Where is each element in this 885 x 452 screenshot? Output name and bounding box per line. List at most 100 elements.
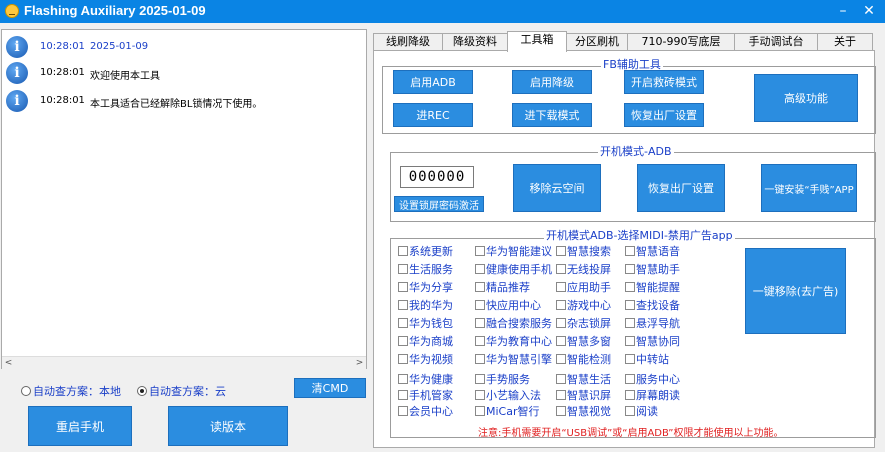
install-app-button[interactable]: 一键安装“手贱”APP — [761, 164, 857, 212]
app-checkbox[interactable]: 华为商城 — [398, 335, 453, 349]
app-checkbox[interactable]: 中转站 — [625, 353, 669, 367]
checkbox-box[interactable] — [625, 246, 635, 256]
app-checkbox[interactable]: 服务中心 — [625, 373, 680, 387]
remove-ads-button[interactable]: 一键移除(去广告) — [745, 248, 846, 334]
app-checkbox[interactable]: 快应用中心 — [475, 299, 541, 313]
checkbox-box[interactable] — [398, 406, 408, 416]
app-checkbox[interactable]: 智慧搜索 — [556, 245, 611, 259]
checkbox-box[interactable] — [625, 282, 635, 292]
app-checkbox[interactable]: 精品推荐 — [475, 281, 530, 295]
app-checkbox[interactable]: 屏幕朗读 — [625, 389, 680, 403]
tab-debug-console[interactable]: 手动调试台 — [734, 33, 818, 51]
app-checkbox[interactable]: 杂志锁屏 — [556, 317, 611, 331]
app-checkbox[interactable]: 应用助手 — [556, 281, 611, 295]
checkbox-box[interactable] — [556, 336, 566, 346]
checkbox-box[interactable] — [398, 318, 408, 328]
tab-partition-flash[interactable]: 分区刷机 — [566, 33, 628, 51]
advanced-functions-button[interactable]: 高级功能 — [754, 74, 858, 122]
radio-local[interactable]: 自动查方案：本地 — [21, 383, 121, 398]
remove-cloud-space-button[interactable]: 移除云空间 — [513, 164, 601, 212]
scroll-left-icon[interactable]: < — [2, 357, 15, 369]
checkbox-box[interactable] — [625, 374, 635, 384]
checkbox-box[interactable] — [556, 300, 566, 310]
app-checkbox[interactable]: 智能检测 — [556, 353, 611, 367]
set-lock-pin-button[interactable]: 设置锁屏密码激活 — [394, 196, 484, 212]
checkbox-box[interactable] — [556, 282, 566, 292]
minimize-button[interactable]: – — [832, 1, 854, 21]
factory-reset-adb-button[interactable]: 恢复出厂设置 — [637, 164, 725, 212]
app-checkbox[interactable]: 智慧语音 — [625, 245, 680, 259]
checkbox-box[interactable] — [625, 318, 635, 328]
checkbox-box[interactable] — [475, 336, 485, 346]
app-checkbox[interactable]: 手机管家 — [398, 389, 453, 403]
checkbox-box[interactable] — [556, 246, 566, 256]
lock-pin-input[interactable]: 000000 — [400, 166, 474, 188]
checkbox-box[interactable] — [625, 264, 635, 274]
app-checkbox[interactable]: 华为智能建议 — [475, 245, 552, 259]
checkbox-box[interactable] — [556, 264, 566, 274]
app-checkbox[interactable]: 智能提醒 — [625, 281, 680, 295]
enable-unbrick-button[interactable]: 开启救砖模式 — [624, 70, 704, 94]
radio-cloud[interactable]: 自动查方案：云 — [137, 383, 226, 398]
app-checkbox[interactable]: 智慧生活 — [556, 373, 611, 387]
checkbox-box[interactable] — [625, 390, 635, 400]
tab-flash-downgrade[interactable]: 线刷降级 — [373, 33, 443, 51]
app-checkbox[interactable]: 小艺输入法 — [475, 389, 541, 403]
app-checkbox[interactable]: 华为健康 — [398, 373, 453, 387]
checkbox-box[interactable] — [475, 374, 485, 384]
checkbox-box[interactable] — [398, 374, 408, 384]
tab-toolbox[interactable]: 工具箱 — [507, 31, 567, 52]
app-checkbox[interactable]: 华为教育中心 — [475, 335, 552, 349]
enter-rec-button[interactable]: 进REC — [393, 103, 473, 127]
checkbox-box[interactable] — [398, 300, 408, 310]
scroll-right-icon[interactable]: > — [353, 357, 366, 369]
app-checkbox[interactable]: 手势服务 — [475, 373, 530, 387]
checkbox-box[interactable] — [475, 354, 485, 364]
checkbox-box[interactable] — [398, 336, 408, 346]
app-checkbox[interactable]: 智慧协同 — [625, 335, 680, 349]
app-checkbox[interactable]: 华为智慧引擎 — [475, 353, 552, 367]
horizontal-scrollbar[interactable]: < > — [2, 356, 366, 369]
tab-downgrade-data[interactable]: 降级资料 — [442, 33, 508, 51]
enable-adb-button[interactable]: 启用ADB — [393, 70, 473, 94]
enter-download-mode-button[interactable]: 进下载模式 — [512, 103, 592, 127]
enable-downgrade-button[interactable]: 启用降级 — [512, 70, 592, 94]
radio-cloud-dot[interactable] — [137, 386, 147, 396]
checkbox-box[interactable] — [625, 406, 635, 416]
app-checkbox[interactable]: 我的华为 — [398, 299, 453, 313]
reboot-phone-button[interactable]: 重启手机 — [28, 406, 132, 446]
app-checkbox[interactable]: 会员中心 — [398, 405, 453, 419]
factory-reset-fb-button[interactable]: 恢复出厂设置 — [624, 103, 704, 127]
checkbox-box[interactable] — [475, 390, 485, 400]
app-checkbox[interactable]: 游戏中心 — [556, 299, 611, 313]
read-version-button[interactable]: 读版本 — [168, 406, 288, 446]
app-checkbox[interactable]: 查找设备 — [625, 299, 680, 313]
app-checkbox[interactable]: 华为视频 — [398, 353, 453, 367]
app-checkbox[interactable]: 智慧多窗 — [556, 335, 611, 349]
app-checkbox[interactable]: MiCar智行 — [475, 405, 540, 419]
checkbox-box[interactable] — [398, 354, 408, 364]
radio-local-dot[interactable] — [21, 386, 31, 396]
checkbox-box[interactable] — [556, 354, 566, 364]
checkbox-box[interactable] — [475, 318, 485, 328]
app-checkbox[interactable]: 无线投屏 — [556, 263, 611, 277]
app-checkbox[interactable]: 融合搜索服务 — [475, 317, 552, 331]
checkbox-box[interactable] — [556, 374, 566, 384]
checkbox-box[interactable] — [475, 300, 485, 310]
checkbox-box[interactable] — [398, 282, 408, 292]
checkbox-box[interactable] — [475, 282, 485, 292]
checkbox-box[interactable] — [398, 390, 408, 400]
log-panel[interactable]: i 10:28:01 2025-01-09 i 10:28:01 欢迎使用本工具… — [1, 29, 367, 369]
checkbox-box[interactable] — [625, 300, 635, 310]
checkbox-box[interactable] — [475, 246, 485, 256]
tab-about[interactable]: 关于 — [817, 33, 873, 51]
app-checkbox[interactable]: 系统更新 — [398, 245, 453, 259]
checkbox-box[interactable] — [625, 354, 635, 364]
clear-cmd-button[interactable]: 清CMD — [294, 378, 366, 398]
checkbox-box[interactable] — [556, 318, 566, 328]
app-checkbox[interactable]: 智慧识屏 — [556, 389, 611, 403]
checkbox-box[interactable] — [398, 264, 408, 274]
checkbox-box[interactable] — [556, 390, 566, 400]
app-checkbox[interactable]: 阅读 — [625, 405, 658, 419]
app-checkbox[interactable]: 健康使用手机 — [475, 263, 552, 277]
